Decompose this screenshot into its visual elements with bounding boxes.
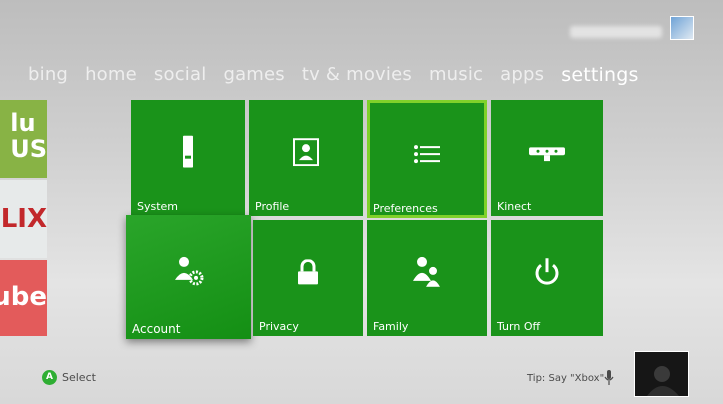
netflix-logo-text: FLIX [0,204,47,234]
footer-bar: A Select Tip: Say "Xbox" [0,370,723,390]
avatar[interactable] [670,16,694,40]
list-icon [414,144,440,168]
nav-item-bing[interactable]: bing [28,64,68,94]
tile-label: Family [373,320,409,333]
nav-item-home[interactable]: home [85,64,137,94]
microphone-icon [604,370,614,390]
console-icon [181,135,195,172]
tile-label: System [137,200,179,213]
top-bar [0,12,723,42]
voice-tip: Tip: Say "Xbox" [527,373,605,384]
account-settings-icon [174,256,204,290]
hulu-logo-text: lu US [10,109,47,163]
tile-family[interactable]: Family [367,220,487,336]
select-hint: Select [62,371,96,384]
tile-label: Privacy [259,320,299,333]
youtube-logo-text: Tube [0,282,47,312]
nav-item-social[interactable]: social [154,64,207,94]
nav-item-tv-movies[interactable]: tv & movies [302,64,412,94]
side-tile-hulu[interactable]: lu US [0,100,47,178]
profile-icon [293,138,319,170]
tile-system[interactable]: System [131,100,245,216]
tile-privacy[interactable]: Privacy [253,220,363,336]
tile-profile[interactable]: Profile [249,100,363,216]
nav-item-games[interactable]: games [223,64,284,94]
kinect-icon [529,146,565,165]
tile-label: Profile [255,200,290,213]
gamertag-blurred [570,26,662,38]
a-button-icon: A [42,370,57,385]
tile-label: Kinect [497,200,532,213]
nav-item-settings[interactable]: settings [561,64,638,94]
tile-label: Preferences [373,202,438,215]
side-tile-netflix[interactable]: FLIX [0,180,47,258]
nav-item-apps[interactable]: apps [500,64,544,94]
tile-account[interactable]: Account [126,215,251,339]
family-icon [413,256,441,291]
nav-item-music[interactable]: music [429,64,483,94]
tile-turn-off[interactable]: Turn Off [491,220,603,336]
lock-icon [297,258,319,289]
main-nav: bing home social games tv & movies music… [28,64,656,94]
tile-preferences[interactable]: Preferences [367,100,487,218]
tile-label: Turn Off [497,320,541,333]
kinect-camera-view [634,351,689,397]
power-icon [534,258,560,290]
tile-kinect[interactable]: Kinect [491,100,603,216]
side-tile-youtube[interactable]: Tube [0,260,47,336]
person-silhouette-icon [635,352,688,396]
tile-label: Account [132,322,181,336]
